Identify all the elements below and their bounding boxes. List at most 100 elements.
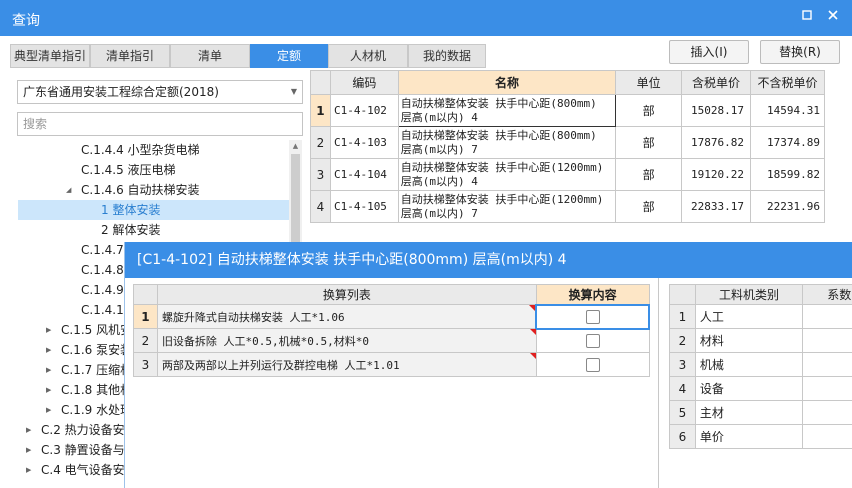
row-number-header (310, 70, 331, 95)
expand-arrow-icon[interactable]: ▶ (46, 360, 51, 380)
tab-list[interactable]: 清单 (170, 44, 250, 68)
row-price-tax: 22833.17 (681, 190, 752, 223)
tab-typical-list-guide[interactable]: 典型清单指引 (10, 44, 90, 68)
column-header-price-notax[interactable]: 不含税单价 (750, 70, 825, 95)
row-price-notax: 17374.89 (750, 126, 825, 159)
coefficient-cell[interactable] (802, 328, 852, 353)
category-table: 工料机类别 系数 1 人工 2 材料 3 机械 4 设备 5 主材 6 单价 (669, 284, 852, 449)
close-icon[interactable] (824, 8, 842, 26)
scroll-up-icon[interactable]: ▲ (289, 140, 302, 152)
column-header-price-tax[interactable]: 含税单价 (681, 70, 752, 95)
expand-arrow-icon[interactable]: ▶ (46, 400, 51, 420)
column-header-code[interactable]: 编码 (329, 70, 399, 95)
row-price-notax: 22231.96 (750, 190, 825, 223)
tree-item[interactable]: C.4 电气设备安 (41, 460, 125, 480)
tree-item[interactable]: C.1.4.4 小型杂货电梯 (81, 140, 200, 160)
coefficient-cell[interactable] (802, 376, 852, 401)
column-header-conversion-list[interactable]: 换算列表 (156, 284, 537, 305)
tree-item[interactable]: C.1.5 风机安 (61, 320, 132, 340)
conversion-checkbox-cell[interactable] (535, 303, 650, 330)
table-row[interactable]: 4 设备 (669, 376, 852, 401)
table-row[interactable]: 6 单价 (669, 424, 852, 449)
search-input[interactable]: 搜索 (17, 112, 303, 136)
restore-icon[interactable] (798, 8, 816, 26)
table-row[interactable]: 2 旧设备拆除 人工*0.5,机械*0.5,材料*0 (133, 328, 650, 353)
row-name: 自动扶梯整体安装 扶手中心距(800mm) 层高(m以内) 4 (397, 94, 617, 127)
tab-list-guide[interactable]: 清单指引 (90, 44, 170, 68)
note-marker-icon (529, 305, 536, 311)
coefficient-cell[interactable] (802, 352, 852, 377)
tab-my-data[interactable]: 我的数据 (408, 44, 486, 68)
table-header-row: 编码 名称 单位 含税单价 不含税单价 (310, 70, 825, 95)
expand-arrow-icon[interactable]: ▶ (26, 420, 31, 440)
table-header-row: 工料机类别 系数 (669, 284, 852, 305)
column-header-conversion-content[interactable]: 换算内容 (535, 284, 650, 305)
insert-button[interactable]: 插入(I) (669, 40, 749, 64)
expand-arrow-icon[interactable]: ▶ (46, 320, 51, 340)
coefficient-cell[interactable] (802, 304, 852, 329)
table-row[interactable]: 1 C1-4-102 自动扶梯整体安装 扶手中心距(800mm) 层高(m以内)… (310, 94, 825, 127)
row-number: 2 (669, 328, 696, 353)
table-header-row: 换算列表 换算内容 (133, 284, 650, 305)
table-row[interactable]: 2 C1-4-103 自动扶梯整体安装 扶手中心距(800mm) 层高(m以内)… (310, 126, 825, 159)
row-name: 自动扶梯整体安装 扶手中心距(1200mm) 层高(m以内) 4 (397, 158, 617, 191)
column-header-unit[interactable]: 单位 (615, 70, 683, 95)
quota-table: 编码 名称 单位 含税单价 不含税单价 1 C1-4-102 自动扶梯整体安装 … (310, 70, 825, 223)
expand-arrow-icon[interactable]: ▶ (26, 440, 31, 460)
panel-divider (658, 278, 659, 488)
tree-item[interactable]: C.3 静置设备与 (41, 440, 125, 460)
tree-item-expanded[interactable]: C.1.4.6 自动扶梯安装 (81, 180, 200, 200)
tree-item[interactable]: C.1.4.8 (81, 260, 124, 280)
row-code: C1-4-103 (329, 126, 399, 159)
coefficient-cell[interactable] (802, 424, 852, 449)
tree-item[interactable]: C.1.4.7 (81, 240, 124, 260)
table-row[interactable]: 3 C1-4-104 自动扶梯整体安装 扶手中心距(1200mm) 层高(m以内… (310, 158, 825, 191)
row-number: 1 (133, 304, 158, 329)
table-row[interactable]: 5 主材 (669, 400, 852, 425)
quota-library-select[interactable]: 广东省通用安装工程综合定额(2018) ▼ (17, 80, 303, 104)
table-row[interactable]: 3 两部及两部以上并列运行及群控电梯 人工*1.01 (133, 352, 650, 377)
row-number: 1 (310, 94, 331, 127)
category-label: 材料 (694, 328, 804, 353)
note-marker-icon (529, 353, 536, 359)
table-row[interactable]: 3 机械 (669, 352, 852, 377)
tree-item[interactable]: C.1.8 其他机 (61, 380, 132, 400)
table-row[interactable]: 4 C1-4-105 自动扶梯整体安装 扶手中心距(1200mm) 层高(m以内… (310, 190, 825, 223)
row-name: 自动扶梯整体安装 扶手中心距(800mm) 层高(m以内) 7 (397, 126, 617, 159)
expand-arrow-icon[interactable]: ▶ (46, 380, 51, 400)
tree-item[interactable]: C.2 热力设备安 (41, 420, 125, 440)
column-header-name[interactable]: 名称 (397, 70, 617, 95)
tab-labor-material-machine[interactable]: 人材机 (328, 44, 408, 68)
row-price-tax: 15028.17 (681, 94, 752, 127)
table-row[interactable]: 1 人工 (669, 304, 852, 329)
tree-item[interactable]: 2 解体安装 (101, 220, 160, 240)
tree-item-selected[interactable]: 1 整体安装 (18, 200, 289, 220)
conversion-checkbox-cell[interactable] (535, 352, 650, 377)
table-row[interactable]: 1 螺旋升降式自动扶梯安装 人工*1.06 (133, 303, 650, 330)
coefficient-cell[interactable] (802, 400, 852, 425)
conversion-checkbox[interactable] (585, 334, 600, 348)
window-title: 查询 (12, 13, 40, 29)
conversion-checkbox[interactable] (585, 309, 600, 324)
replace-button[interactable]: 替换(R) (760, 40, 840, 64)
column-header-coefficient[interactable]: 系数 (802, 284, 852, 305)
conversion-checkbox[interactable] (585, 357, 600, 372)
conversion-panel-title: [C1-4-102] 自动扶梯整体安装 扶手中心距(800mm) 层高(m以内)… (125, 242, 852, 278)
tab-quota[interactable]: 定额 (250, 44, 328, 68)
table-row[interactable]: 2 材料 (669, 328, 852, 353)
tree-item[interactable]: C.1.9 水处理 (61, 400, 132, 420)
conversion-checkbox-cell[interactable] (535, 328, 650, 353)
tree-item[interactable]: C.1.4.5 液压电梯 (81, 160, 176, 180)
column-header-category[interactable]: 工料机类别 (694, 284, 804, 305)
collapse-arrow-icon[interactable]: ◢ (66, 180, 71, 200)
expand-arrow-icon[interactable]: ▶ (26, 460, 31, 480)
row-number-header (133, 284, 158, 305)
row-number: 5 (669, 400, 696, 425)
row-code: C1-4-105 (329, 190, 399, 223)
row-unit: 部 (615, 126, 683, 159)
tree-item[interactable]: C.1.7 压缩机 (61, 360, 132, 380)
tree-item[interactable]: C.1.6 泵安装 (61, 340, 132, 360)
chevron-down-icon: ▼ (290, 87, 297, 96)
tree-item[interactable]: C.1.4.9 (81, 280, 124, 300)
expand-arrow-icon[interactable]: ▶ (46, 340, 51, 360)
